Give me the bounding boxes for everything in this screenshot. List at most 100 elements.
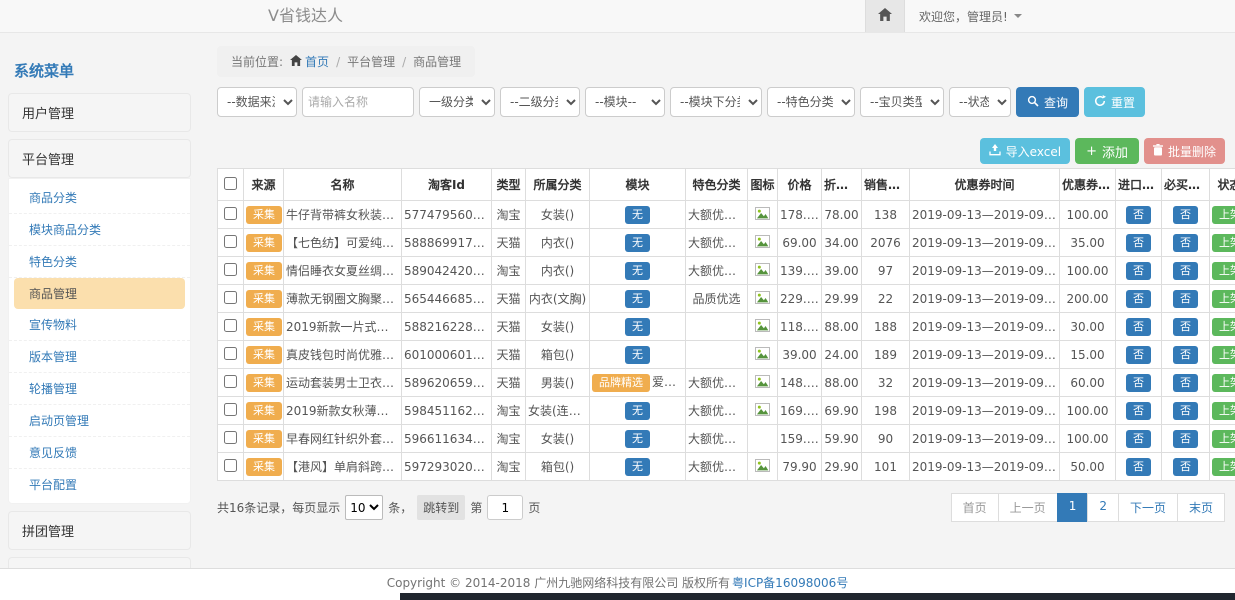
status-toggle[interactable]: 上架 [1212,430,1235,448]
import-toggle[interactable]: 否 [1126,318,1151,336]
filter-module-select[interactable]: --模块-- [585,87,665,117]
sidebar-item-1-0[interactable]: 商品分类 [9,182,190,214]
add-button[interactable]: + 添加 [1075,138,1139,164]
sidebar-item-1-7[interactable]: 启动页管理 [9,405,190,437]
refresh-icon [1094,95,1106,110]
import-toggle[interactable]: 否 [1126,206,1151,224]
pager-first[interactable]: 首页 [951,493,999,522]
status-toggle[interactable]: 上架 [1212,346,1235,364]
row-checkbox[interactable] [224,263,237,276]
import-toggle[interactable]: 否 [1126,234,1151,252]
module-badge[interactable]: 品牌精选 [592,374,650,392]
sidebar-item-1-6[interactable]: 轮播管理 [9,373,190,405]
coupon-time: 2019-09-13—2019-09-18 [912,460,1060,474]
row-checkbox[interactable] [224,291,237,304]
breadcrumb-home-link[interactable]: 首页 [290,53,329,70]
must-buy-toggle[interactable]: 否 [1173,374,1198,392]
module-badge[interactable]: 无 [625,262,650,280]
coupon-time: 2019-09-13—2019-09-17 [912,208,1060,222]
pager-prev[interactable]: 上一页 [998,493,1058,522]
filter-source-select[interactable]: --数据来源-- [217,87,297,117]
filter-name-input[interactable] [302,87,414,117]
jump-button[interactable]: 跳转到 [417,495,465,520]
module-badge[interactable]: 无 [625,402,650,420]
sidebar-item-1-8[interactable]: 意见反馈 [9,437,190,469]
sidebar-item-1-5[interactable]: 版本管理 [9,341,190,373]
row-checkbox[interactable] [224,375,237,388]
reset-button[interactable]: 重置 [1084,87,1145,117]
status-toggle[interactable]: 上架 [1212,234,1235,252]
module-badge[interactable]: 无 [625,206,650,224]
must-buy-toggle[interactable]: 否 [1173,346,1198,364]
icp-link[interactable]: 粤ICP备16098006号 [732,574,848,591]
status-toggle[interactable]: 上架 [1212,290,1235,308]
pager-last[interactable]: 末页 [1177,493,1225,522]
module-badge[interactable]: 无 [625,346,650,364]
import-excel-button[interactable]: 导入excel [980,138,1070,164]
status-toggle[interactable]: 上架 [1212,374,1235,392]
must-buy-toggle[interactable]: 否 [1173,262,1198,280]
row-checkbox[interactable] [224,235,237,248]
status-toggle[interactable]: 上架 [1212,402,1235,420]
filter-cat2-select[interactable]: --二级分类-- [500,87,580,117]
import-toggle[interactable]: 否 [1126,458,1151,476]
row-checkbox[interactable] [224,459,237,472]
module-badge[interactable]: 无 [625,234,650,252]
must-buy-toggle[interactable]: 否 [1173,458,1198,476]
import-toggle[interactable]: 否 [1126,290,1151,308]
feature-category: 大额优惠券 [688,264,748,278]
sidebar-group-2[interactable]: 拼团管理 [8,511,191,550]
sidebar-item-1-3[interactable]: 商品管理 [14,278,185,309]
import-toggle[interactable]: 否 [1126,402,1151,420]
pager-page-2[interactable]: 2 [1087,493,1119,522]
user-menu[interactable]: 欢迎您，管理员! [905,0,1036,32]
filter-status-select[interactable]: --状态-- [949,87,1011,117]
must-buy-toggle[interactable]: 否 [1173,290,1198,308]
per-page-select[interactable]: 10 [345,495,383,520]
query-button[interactable]: 查询 [1016,87,1079,117]
status-toggle[interactable]: 上架 [1212,262,1235,280]
filter-cat1-select[interactable]: 一级分类 [419,87,495,117]
sidebar-group-1[interactable]: 平台管理 [8,139,191,178]
price: 39.00 [782,348,816,362]
row-checkbox[interactable] [224,431,237,444]
must-buy-toggle[interactable]: 否 [1173,402,1198,420]
row-checkbox[interactable] [224,347,237,360]
table-row: 采集情侣睡衣女夏丝绸男士...589042420344淘宝内衣()无大额优惠券1… [218,257,1235,285]
batch-delete-button[interactable]: 批量删除 [1144,138,1225,164]
pager-page-1[interactable]: 1 [1057,493,1089,522]
filter-module-sub-select[interactable]: --模块下分类-- [670,87,762,117]
must-buy-toggle[interactable]: 否 [1173,234,1198,252]
column-header-优惠券时间: 优惠券时间 [910,169,1060,201]
import-toggle[interactable]: 否 [1126,262,1151,280]
jump-page-input[interactable] [487,495,523,520]
filter-feature-select[interactable]: --特色分类-- [767,87,855,117]
import-toggle[interactable]: 否 [1126,374,1151,392]
pager-next[interactable]: 下一页 [1118,493,1178,522]
row-select-cell [218,229,244,257]
import-toggle[interactable]: 否 [1126,430,1151,448]
sidebar-group-0[interactable]: 用户管理 [8,93,191,132]
sidebar-item-1-2[interactable]: 特色分类 [9,246,190,278]
select-all-checkbox[interactable] [224,177,237,190]
sidebar-item-1-1[interactable]: 模块商品分类 [9,214,190,246]
module-badge[interactable]: 无 [625,318,650,336]
must-buy-toggle[interactable]: 否 [1173,430,1198,448]
module-badge[interactable]: 无 [625,458,650,476]
home-button[interactable] [865,0,905,32]
product-type: 天猫 [496,320,520,334]
import-toggle[interactable]: 否 [1126,346,1151,364]
module-badge[interactable]: 无 [625,430,650,448]
row-checkbox[interactable] [224,319,237,332]
must-buy-toggle[interactable]: 否 [1173,318,1198,336]
must-buy-toggle[interactable]: 否 [1173,206,1198,224]
row-checkbox[interactable] [224,207,237,220]
status-toggle[interactable]: 上架 [1212,318,1235,336]
sidebar-item-1-9[interactable]: 平台配置 [9,469,190,500]
filter-type-select[interactable]: --宝贝类型-- [860,87,944,117]
sidebar-item-1-4[interactable]: 宣传物料 [9,309,190,341]
status-toggle[interactable]: 上架 [1212,458,1235,476]
status-toggle[interactable]: 上架 [1212,206,1235,224]
row-checkbox[interactable] [224,403,237,416]
module-badge[interactable]: 无 [625,290,650,308]
